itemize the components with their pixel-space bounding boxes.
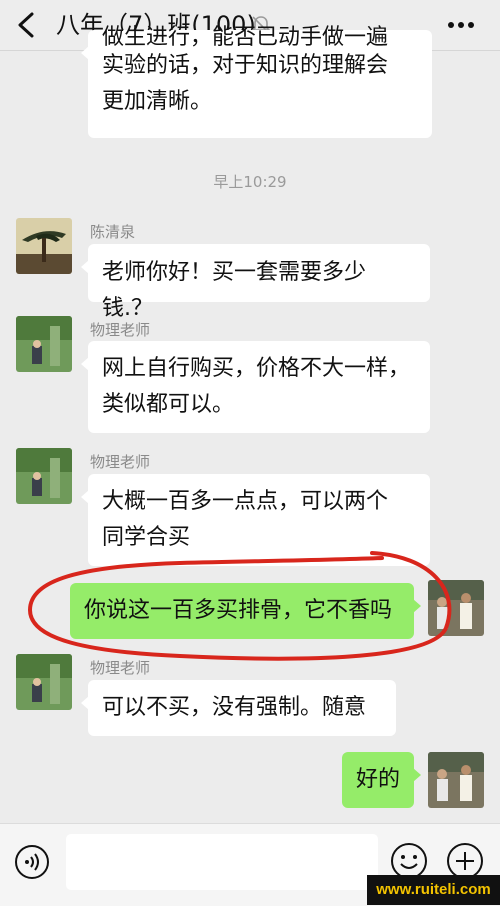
message-line: 类似都可以。 — [102, 392, 235, 417]
avatar-self[interactable] — [428, 580, 484, 636]
message-line: 大概一百多一点点，可以两个 — [102, 489, 389, 514]
message-line: 同学合买 — [102, 525, 191, 550]
message-bubble[interactable]: 网上自行购买，价格不大一样， 类似都可以。 — [81, 341, 430, 433]
avatar[interactable] — [16, 316, 72, 372]
message-bubble[interactable]: 做生进行，能否已动手做一遍 实验的话，对于知识的理解会 更加清晰。 — [81, 25, 432, 138]
avatar[interactable] — [16, 448, 72, 504]
avatar[interactable] — [16, 654, 72, 710]
avatar-image — [16, 448, 72, 504]
message-line: 做生进行，能否已动手做一遍 — [102, 25, 389, 48]
avatar-self[interactable] — [428, 752, 484, 808]
message-line: 网上自行购买，价格不大一样， — [102, 356, 411, 381]
message-bubble[interactable]: 大概一百多一点点，可以两个 同学合买 — [81, 474, 430, 566]
message-input[interactable] — [66, 834, 378, 890]
message-line: 更加清晰。 — [102, 89, 213, 114]
watermark: www.ruiteli.com — [367, 875, 500, 905]
message-line: 实验的话，对于知识的理解会 — [102, 53, 389, 78]
avatar-image — [16, 316, 72, 372]
sender-name: 物理老师 — [90, 453, 151, 471]
sender-name: 陈清泉 — [90, 223, 136, 241]
message-bubble-outgoing[interactable]: 你说这一百多买排骨，它不香吗 — [70, 583, 421, 639]
timestamp: 早上10:29 — [213, 173, 287, 191]
sender-name: 物理老师 — [90, 321, 151, 339]
voice-icon[interactable] — [14, 844, 50, 880]
avatar-image — [16, 654, 72, 710]
avatar-image — [16, 218, 72, 274]
sender-name: 物理老师 — [90, 659, 151, 677]
message-bubble[interactable]: 老师你好！买一套需要多少钱.？ — [81, 244, 430, 321]
avatar-image — [428, 752, 484, 808]
avatar-image — [428, 580, 484, 636]
message-line: 可以不买，没有强制。随意 — [102, 695, 367, 720]
more-dots-icon[interactable] — [446, 12, 476, 38]
message-bubble[interactable]: 可以不买，没有强制。随意 — [81, 680, 396, 736]
avatar[interactable] — [16, 218, 72, 274]
message-bubble-outgoing[interactable]: 好的 — [342, 752, 421, 808]
message-line: 老师你好！买一套需要多少钱.？ — [102, 260, 367, 321]
chevron-left-icon[interactable] — [14, 10, 40, 40]
message-line: 你说这一百多买排骨，它不香吗 — [84, 598, 393, 623]
message-line: 好的 — [355, 767, 400, 792]
